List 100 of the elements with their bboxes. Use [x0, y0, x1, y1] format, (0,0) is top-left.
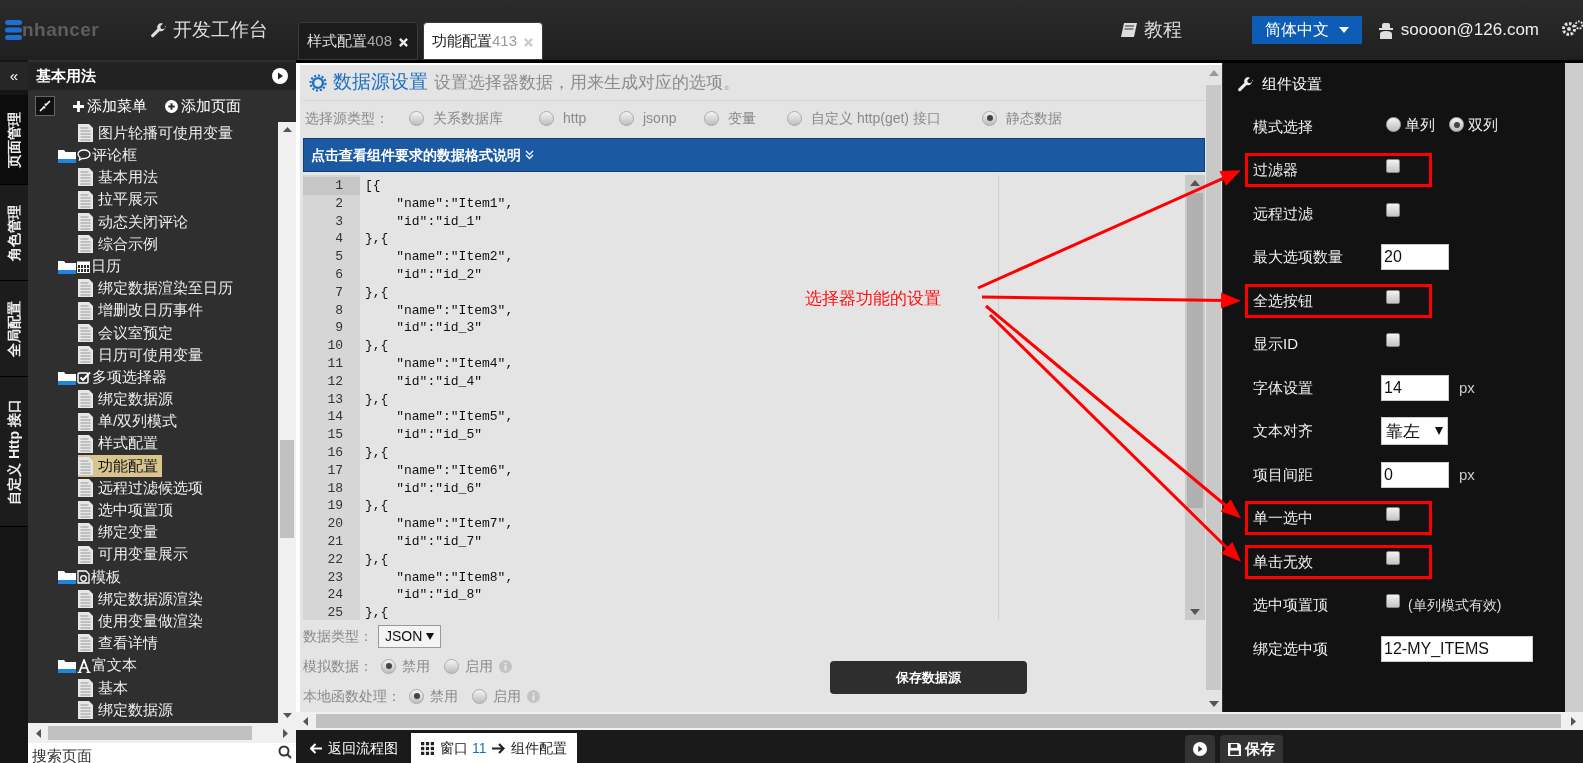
tree-item[interactable]: 日历可使用变量 [78, 343, 207, 367]
input-field[interactable]: 0 [1381, 461, 1449, 488]
radio-label: 启用 [465, 656, 493, 676]
setting-label: 过滤器 [1253, 160, 1299, 180]
tree-item[interactable]: 绑定数据渲染至日历 [78, 277, 237, 300]
line-number: 8 [334, 301, 344, 320]
field-label: 数据类型： [303, 626, 373, 646]
tutorial-link[interactable]: 教程 [1143, 15, 1182, 45]
setting-label: 字体设置 [1253, 377, 1314, 398]
tree-item[interactable]: 绑定数据源 [78, 698, 177, 722]
setting-note: (单列模式有效) [1408, 595, 1502, 615]
tree-folder[interactable]: 富文本 [58, 654, 141, 677]
code-line: "name":"Item4", [395, 354, 514, 373]
tree-item[interactable]: 动态关闭评论 [78, 210, 192, 234]
radio-label: 关系数据库 [433, 108, 503, 128]
tree-folder[interactable]: 多项选择器 [58, 365, 171, 389]
annotation-text: 选择器功能的设置 [805, 288, 941, 310]
sidebar-title: 基本用法 [36, 65, 96, 86]
user-email[interactable]: soooon@126.com [1400, 17, 1539, 43]
radio-label: 双列 [1468, 114, 1498, 135]
setting-label: 模式选择 [1253, 116, 1314, 137]
save-data-source-button[interactable]: 保存数据源 [830, 661, 1027, 694]
line-number: 19 [326, 497, 344, 516]
field-label: 选择源类型： [305, 108, 390, 128]
line-number: 10 [326, 337, 344, 355]
tree-item[interactable]: 绑定数据源 [78, 388, 177, 411]
align-dropdown[interactable]: 靠左 [1381, 417, 1448, 446]
tree-folder[interactable]: 日历 [58, 254, 125, 278]
language-dropdown[interactable]: 简体中文 [1251, 16, 1362, 44]
code-line: "id":"id_1" [395, 212, 483, 231]
line-number: 22 [326, 550, 344, 569]
tree-item[interactable]: 查看详情 [78, 632, 162, 655]
code-line: },{ [365, 497, 389, 516]
setting-label: 显示ID [1253, 334, 1299, 354]
tree-item[interactable]: 使用变量做渲染 [78, 609, 207, 633]
tab[interactable]: 功能配置413 [423, 22, 543, 60]
save-button[interactable]: 保存 [1220, 735, 1283, 763]
tree-item[interactable]: 会议室预定 [78, 321, 177, 345]
tree-item[interactable]: 增删改日历事件 [78, 299, 207, 322]
setting-label: 全选按钮 [1253, 290, 1314, 311]
tree-item[interactable]: 选中项置顶 [78, 499, 177, 522]
tree-item[interactable]: 基本 [78, 676, 132, 700]
data-type-dropdown[interactable]: JSON [378, 624, 442, 648]
setting-label: 单一选中 [1253, 508, 1314, 528]
setting-label: 文本对齐 [1253, 421, 1314, 441]
tree-item[interactable]: 图片轮播可使用变量 [78, 122, 237, 145]
field-label: 本地函数处理： [303, 686, 401, 706]
side-tab[interactable]: 自定义 Http 接口 [0, 377, 28, 527]
tree-item[interactable]: 拉平展示 [78, 188, 162, 211]
code-line: "id":"id_8" [395, 586, 483, 605]
search-field[interactable]: 搜索页面 [28, 743, 296, 763]
tree-item[interactable]: 单/双列模式 [78, 410, 182, 433]
line-number: 2 [334, 194, 344, 213]
line-number: 12 [326, 372, 344, 391]
tree-item[interactable]: 基本用法 [78, 166, 162, 189]
tree-item[interactable]: 综合示例 [78, 232, 162, 256]
tree-item[interactable]: 绑定数据源渲染 [78, 587, 207, 611]
window-tab[interactable]: 窗口 11 组件配置 [411, 733, 578, 763]
tree-item[interactable]: 功能配置 [78, 454, 162, 478]
side-tab[interactable]: 角色管理 [0, 185, 28, 281]
input-field[interactable]: 14 [1381, 374, 1449, 401]
toolbar-button[interactable]: 添加菜单 [87, 94, 147, 118]
section-title: 数据源设置 [333, 70, 428, 95]
radio-label: 启用 [493, 686, 521, 706]
code-line: },{ [365, 550, 389, 569]
line-number: 21 [326, 532, 344, 551]
code-line: },{ [365, 337, 389, 355]
tree-folder[interactable]: 评论框 [58, 144, 141, 167]
line-number: 14 [326, 408, 344, 427]
search-input[interactable]: 搜索页面 [32, 745, 232, 763]
setting-label: 最大选项数量 [1253, 247, 1344, 267]
radio-label: jsonp [643, 108, 677, 128]
workbench-link[interactable]: 开发工作台 [173, 15, 268, 45]
toolbar-button[interactable]: 添加页面 [181, 94, 241, 118]
tree-item[interactable]: 可用变量展示 [78, 543, 192, 566]
tree-folder[interactable]: 模板 [58, 565, 125, 589]
setting-label: 项目间距 [1253, 464, 1314, 485]
tree-item[interactable]: 样式配置 [78, 432, 162, 455]
unit-label: px [1459, 377, 1475, 398]
code-line: "name":"Item1", [395, 194, 514, 213]
code-line: "name":"Item6", [395, 461, 514, 480]
line-number: 15 [326, 426, 344, 444]
tab[interactable]: 样式配置408 [298, 22, 418, 60]
radio-label: 静态数据 [1006, 108, 1062, 128]
code-line: "name":"Item7", [395, 515, 514, 533]
code-line: },{ [365, 283, 389, 302]
radio-label: 禁用 [430, 686, 458, 706]
input-field[interactable]: 20 [1381, 244, 1449, 271]
side-tab[interactable]: 页面管理 [0, 95, 28, 185]
tree-item[interactable]: 远程过滤候选项 [78, 476, 207, 500]
input-field[interactable]: 12-MY_ITEMS [1381, 635, 1533, 662]
code-line: "name":"Item2", [395, 248, 514, 266]
line-number: 20 [326, 515, 344, 533]
format-info-bar[interactable]: 点击查看组件要求的数据格式说明 [303, 138, 1205, 172]
collapse-button[interactable]: « [0, 62, 28, 90]
side-tab[interactable]: 全局配置 [0, 281, 28, 377]
radio-label: 单列 [1405, 114, 1435, 135]
line-number: 13 [326, 390, 344, 409]
tree-item[interactable]: 绑定变量 [78, 521, 162, 544]
setting-label: 单击无效 [1253, 551, 1314, 572]
